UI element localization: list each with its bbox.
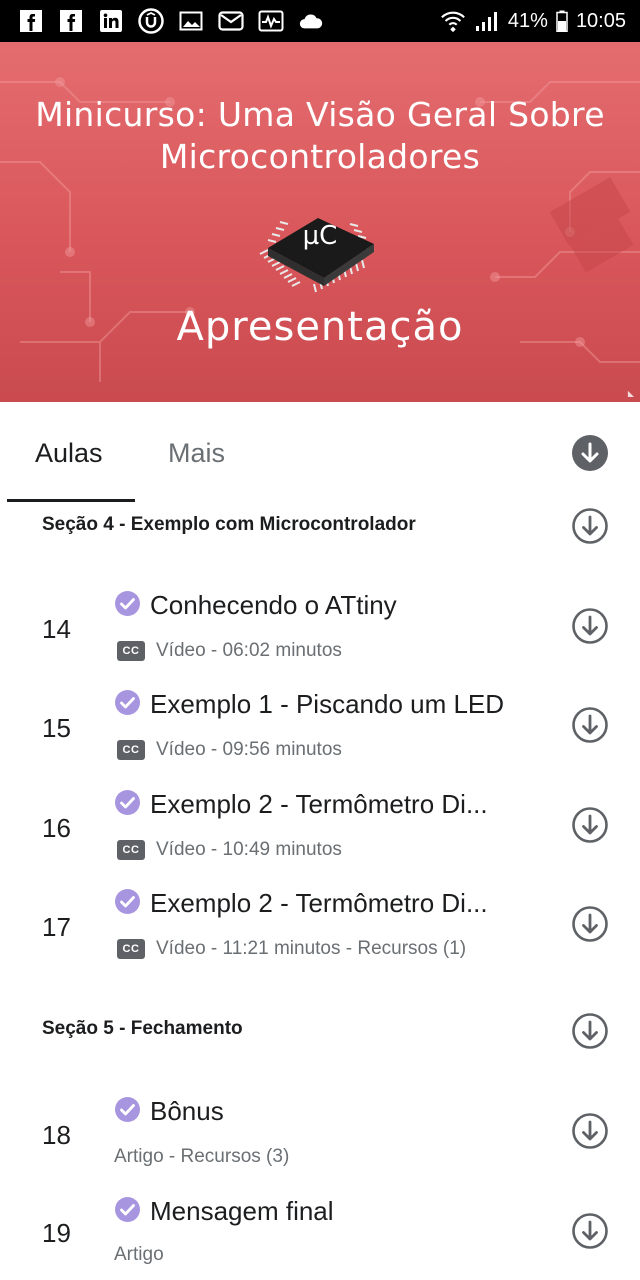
completed-check-icon: [115, 1197, 140, 1222]
lesson-number: 15: [42, 713, 71, 743]
microcontroller-chip-icon: µC: [254, 192, 386, 296]
linkedin-icon: [98, 8, 124, 34]
chip-label: µC: [303, 221, 338, 251]
lesson-number: 18: [42, 1120, 71, 1150]
download-lesson-icon[interactable]: [571, 1212, 609, 1250]
lesson-heading: Apresentação: [176, 304, 464, 350]
lesson-meta: Artigo: [114, 1244, 164, 1265]
course-title: Minicurso: Uma Visão Geral Sobre Microco…: [0, 94, 640, 178]
lesson-item[interactable]: 15 Exemplo 1 - Piscando um LED CC Vídeo …: [0, 679, 640, 775]
lesson-item[interactable]: 19 Mensagem final Artigo: [0, 1186, 640, 1280]
lesson-number: 16: [42, 813, 71, 843]
section-title: Seção 4 - Exemplo com Microcontrolador: [42, 514, 416, 535]
tab-aulas[interactable]: Aulas: [35, 438, 103, 469]
tab-bar: Aulas Mais: [0, 402, 640, 502]
lesson-meta: Vídeo - 06:02 minutos: [156, 640, 342, 661]
lesson-title: Exemplo 2 - Termômetro Di...: [150, 789, 488, 819]
download-section-icon[interactable]: [571, 1012, 609, 1050]
lesson-title: Exemplo 2 - Termômetro Di...: [150, 888, 488, 918]
course-banner[interactable]: Minicurso: Uma Visão Geral Sobre Microco…: [0, 42, 640, 402]
lesson-title: Bônus: [150, 1096, 224, 1126]
image-icon: [178, 8, 204, 34]
course-title-line2: Microcontroladores: [159, 137, 481, 176]
facebook-icon: [58, 8, 84, 34]
lesson-number: 17: [42, 912, 71, 942]
signal-icon: [474, 8, 500, 34]
section-title: Seção 5 - Fechamento: [42, 1018, 243, 1039]
status-bar: 41% 10:05: [0, 0, 640, 42]
activity-icon: [258, 8, 284, 34]
battery-icon: [556, 8, 568, 34]
completed-check-icon: [115, 591, 140, 616]
download-lesson-icon[interactable]: [571, 905, 609, 943]
completed-check-icon: [115, 889, 140, 914]
download-lesson-icon[interactable]: [571, 806, 609, 844]
completed-check-icon: [115, 1097, 140, 1122]
download-lesson-icon[interactable]: [571, 706, 609, 744]
udemy-icon: [138, 8, 164, 34]
closed-captions-icon: CC: [117, 840, 145, 860]
lesson-meta: Vídeo - 10:49 minutos: [156, 839, 342, 860]
lesson-number: 14: [42, 614, 71, 644]
download-lesson-icon[interactable]: [571, 607, 609, 645]
completed-check-icon: [115, 790, 140, 815]
lesson-meta: Vídeo - 11:21 minutos - Recursos (1): [156, 938, 467, 959]
completed-check-icon: [115, 690, 140, 715]
lesson-item[interactable]: 18 Bônus Artigo - Recursos (3): [0, 1086, 640, 1182]
section-header: Seção 4 - Exemplo com Microcontrolador: [0, 500, 640, 556]
download-section-icon[interactable]: [571, 507, 609, 545]
lesson-title: Exemplo 1 - Piscando um LED: [150, 689, 505, 719]
battery-percent: 41%: [507, 9, 548, 32]
lesson-meta: Artigo - Recursos (3): [114, 1146, 290, 1167]
course-title-line1: Minicurso: Uma Visão Geral Sobre: [35, 95, 605, 134]
tab-mais[interactable]: Mais: [168, 438, 225, 469]
udemy-watermark-icon: ◣: [627, 389, 634, 398]
lesson-item[interactable]: 16 Exemplo 2 - Termômetro Di... CC Vídeo…: [0, 779, 640, 875]
lesson-item[interactable]: 17 Exemplo 2 - Termômetro Di... CC Vídeo…: [0, 878, 640, 974]
closed-captions-icon: CC: [117, 740, 145, 760]
lesson-number: 19: [42, 1218, 71, 1248]
lesson-item[interactable]: 14 Conhecendo o ATtiny CC Vídeo - 06:02 …: [0, 580, 640, 676]
download-all-icon[interactable]: [572, 435, 608, 471]
closed-captions-icon: CC: [117, 939, 145, 959]
section-header: Seção 5 - Fechamento: [0, 1004, 640, 1060]
cloud-icon: [298, 8, 324, 34]
lesson-meta: Vídeo - 09:56 minutos: [156, 739, 342, 760]
email-icon: [218, 8, 244, 34]
lesson-title: Conhecendo o ATtiny: [150, 590, 397, 620]
facebook-icon: [18, 8, 44, 34]
clock: 10:05: [575, 9, 626, 32]
download-lesson-icon[interactable]: [571, 1112, 609, 1150]
wifi-icon: [440, 8, 466, 34]
closed-captions-icon: CC: [117, 641, 145, 661]
lesson-title: Mensagem final: [150, 1196, 334, 1226]
